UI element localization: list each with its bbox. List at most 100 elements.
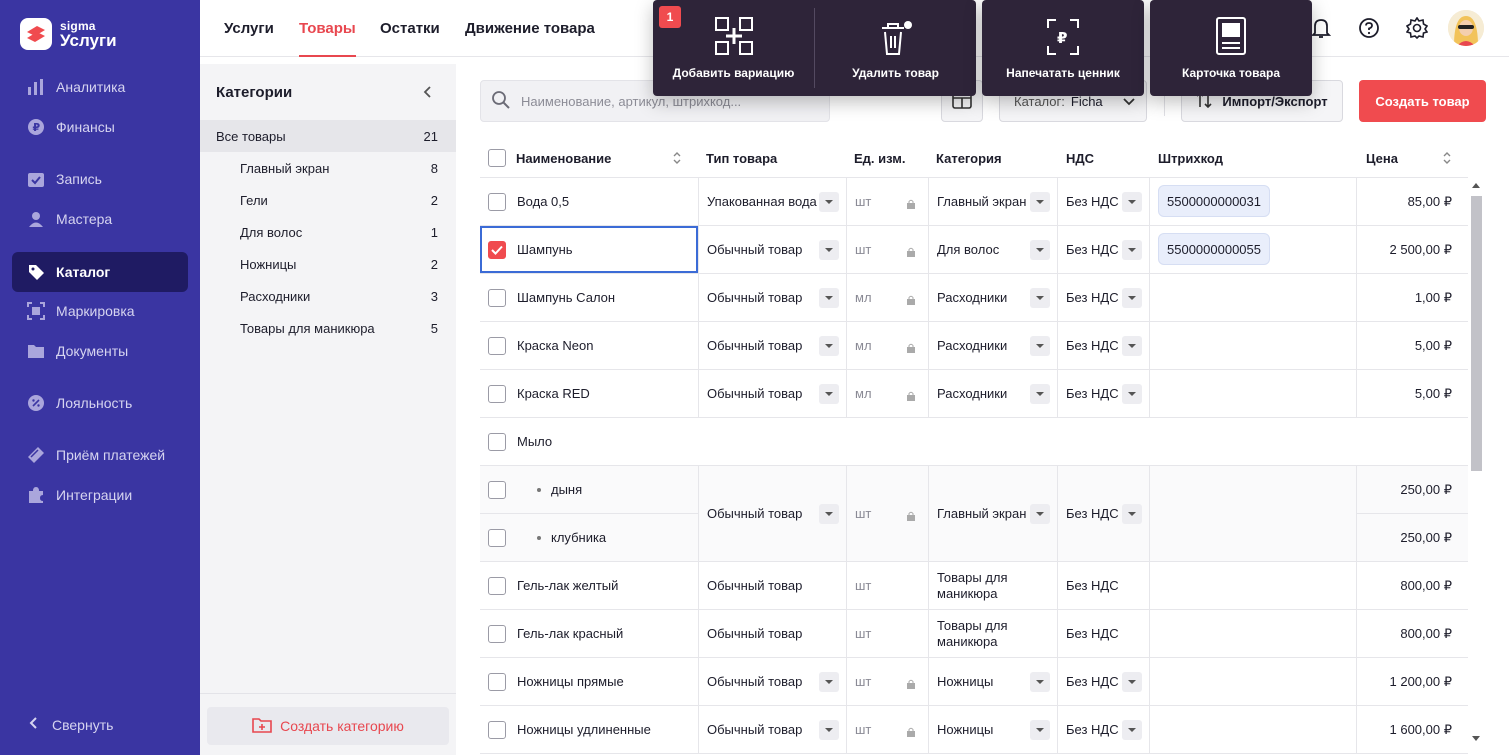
chevron-down-icon[interactable] xyxy=(1122,720,1142,740)
chevron-down-icon[interactable] xyxy=(1030,240,1050,260)
chevron-down-icon[interactable] xyxy=(819,384,839,404)
sort-icon[interactable] xyxy=(1442,151,1452,165)
chevron-down-icon[interactable] xyxy=(1122,192,1142,212)
chevron-down-icon[interactable] xyxy=(1030,336,1050,356)
barcode-chip[interactable]: 5500000000055 xyxy=(1158,233,1270,265)
brand[interactable]: sigma Услуги xyxy=(20,18,117,50)
tab-services[interactable]: Услуги xyxy=(224,0,274,57)
table-row[interactable]: Вода 0,5 Упакованная вода шт Главный экр… xyxy=(480,178,1468,226)
sidebar-item-documents[interactable]: Документы xyxy=(12,331,188,371)
select-all-checkbox[interactable] xyxy=(488,149,506,167)
sort-icon[interactable] xyxy=(672,151,682,165)
product-name[interactable]: Ножницы удлиненные xyxy=(517,706,651,753)
chevron-down-icon[interactable] xyxy=(819,192,839,212)
sidebar-item-integrations[interactable]: Интеграции xyxy=(12,475,188,515)
category-item-all[interactable]: Все товары 21 xyxy=(200,120,456,152)
product-card-button[interactable]: Карточка товара xyxy=(1150,0,1312,96)
category-item[interactable]: Гели 2 xyxy=(200,184,456,216)
category-item[interactable]: Расходники 3 xyxy=(200,280,456,312)
print-price-tag-button[interactable]: ₽ Напечатать ценник xyxy=(982,0,1144,96)
row-checkbox[interactable] xyxy=(488,480,506,499)
variant-name[interactable]: дыня xyxy=(537,466,582,513)
product-name[interactable]: Вода 0,5 xyxy=(517,178,569,225)
chevron-down-icon[interactable] xyxy=(1122,504,1142,524)
chevron-down-icon[interactable] xyxy=(1122,240,1142,260)
row-checkbox[interactable] xyxy=(488,192,506,211)
table-row[interactable]: Ножницы удлиненные Обычный товар шт Ножн… xyxy=(480,706,1468,754)
chevron-left-icon[interactable] xyxy=(418,82,438,102)
table-row[interactable]: Гель-лак желтый Обычный товар шт Товары … xyxy=(480,562,1468,610)
row-checkbox[interactable] xyxy=(488,528,506,547)
sidebar-item-payments[interactable]: Приём платежей xyxy=(12,435,188,475)
delete-product-button[interactable]: Удалить товар xyxy=(815,0,976,96)
table-row[interactable]: Краска RED Обычный товар мл Расходники Б… xyxy=(480,370,1468,418)
sidebar-item-catalog[interactable]: Каталог xyxy=(12,252,188,292)
sidebar-item-marking[interactable]: Маркировка xyxy=(12,291,188,331)
chevron-down-icon[interactable] xyxy=(819,720,839,740)
chevron-down-icon[interactable] xyxy=(819,504,839,524)
table-row[interactable]: Краска Neon Обычный товар мл Расходники … xyxy=(480,322,1468,370)
tab-movement[interactable]: Движение товара xyxy=(465,0,595,57)
chevron-down-icon[interactable] xyxy=(1030,192,1050,212)
product-type: Обычный товар xyxy=(707,386,803,401)
product-name[interactable]: Гель-лак желтый xyxy=(517,562,618,609)
table-row[interactable]: Гель-лак красный Обычный товар шт Товары… xyxy=(480,610,1468,658)
header-price[interactable]: Цена xyxy=(1366,151,1398,166)
table-row[interactable]: Шампунь Обычный товар шт Для волос Без Н… xyxy=(480,226,1468,274)
sidebar-item-masters[interactable]: Мастера xyxy=(12,199,188,239)
chevron-down-icon[interactable] xyxy=(1122,288,1142,308)
category-item[interactable]: Товары для маникюра 5 xyxy=(200,312,456,344)
row-checkbox[interactable] xyxy=(488,672,506,691)
variant-name[interactable]: клубника xyxy=(537,514,606,561)
category-item[interactable]: Ножницы 2 xyxy=(200,248,456,280)
chevron-down-icon[interactable] xyxy=(1122,672,1142,692)
product-name[interactable]: Краска RED xyxy=(517,370,590,417)
collapse-button[interactable]: Свернуть xyxy=(28,716,113,733)
row-checkbox[interactable] xyxy=(488,384,506,403)
chevron-down-icon[interactable] xyxy=(1030,288,1050,308)
tab-products[interactable]: Товары xyxy=(299,0,356,57)
chevron-down-icon[interactable] xyxy=(819,672,839,692)
row-checkbox[interactable] xyxy=(488,288,506,307)
row-checkbox[interactable] xyxy=(488,336,506,355)
chevron-down-icon[interactable] xyxy=(1030,384,1050,404)
chevron-down-icon[interactable] xyxy=(1030,672,1050,692)
table-row-group[interactable]: Мыло xyxy=(480,418,1468,466)
product-name[interactable]: Ножницы прямые xyxy=(517,658,624,705)
chevron-down-icon[interactable] xyxy=(1122,384,1142,404)
product-name[interactable]: Гель-лак красный xyxy=(517,610,623,657)
row-checkbox[interactable] xyxy=(488,624,506,643)
barcode-chip[interactable]: 5500000000031 xyxy=(1158,185,1270,217)
create-category-button[interactable]: Создать категорию xyxy=(207,707,449,745)
scrollbar-thumb[interactable] xyxy=(1471,196,1482,471)
row-checkbox[interactable] xyxy=(488,432,506,451)
product-name[interactable]: Мыло xyxy=(517,418,552,465)
avatar[interactable] xyxy=(1448,10,1484,46)
tab-stock[interactable]: Остатки xyxy=(380,0,440,57)
category-item[interactable]: Для волос 1 xyxy=(200,216,456,248)
chevron-down-icon[interactable] xyxy=(1030,720,1050,740)
row-checkbox[interactable] xyxy=(488,576,506,595)
row-checkbox[interactable] xyxy=(488,720,506,739)
product-name[interactable]: Шампунь Салон xyxy=(517,274,615,321)
add-variation-button[interactable]: Добавить вариацию xyxy=(653,0,814,96)
table-row[interactable]: Шампунь Салон Обычный товар мл Расходник… xyxy=(480,274,1468,322)
create-product-button[interactable]: Создать товар xyxy=(1359,80,1486,122)
chevron-down-icon[interactable] xyxy=(819,336,839,356)
product-vat: Без НДС xyxy=(1066,242,1119,257)
chevron-down-icon[interactable] xyxy=(819,288,839,308)
table-row[interactable]: Ножницы прямые Обычный товар шт Ножницы … xyxy=(480,658,1468,706)
product-name[interactable]: Краска Neon xyxy=(517,322,593,369)
header-name[interactable]: Наименование xyxy=(516,151,611,166)
table-scrollbar[interactable] xyxy=(1468,178,1484,748)
chevron-down-icon[interactable] xyxy=(819,240,839,260)
sidebar-item-analytics[interactable]: Аналитика xyxy=(12,67,188,107)
sidebar-item-loyalty[interactable]: Лояльность xyxy=(12,383,188,423)
help-icon[interactable] xyxy=(1355,14,1383,42)
settings-gear-icon[interactable] xyxy=(1403,14,1431,42)
sidebar-item-finance[interactable]: ₽ Финансы xyxy=(12,107,188,147)
category-item[interactable]: Главный экран 8 xyxy=(200,152,456,184)
chevron-down-icon[interactable] xyxy=(1030,504,1050,524)
sidebar-item-schedule[interactable]: Запись xyxy=(12,159,188,199)
chevron-down-icon[interactable] xyxy=(1122,336,1142,356)
